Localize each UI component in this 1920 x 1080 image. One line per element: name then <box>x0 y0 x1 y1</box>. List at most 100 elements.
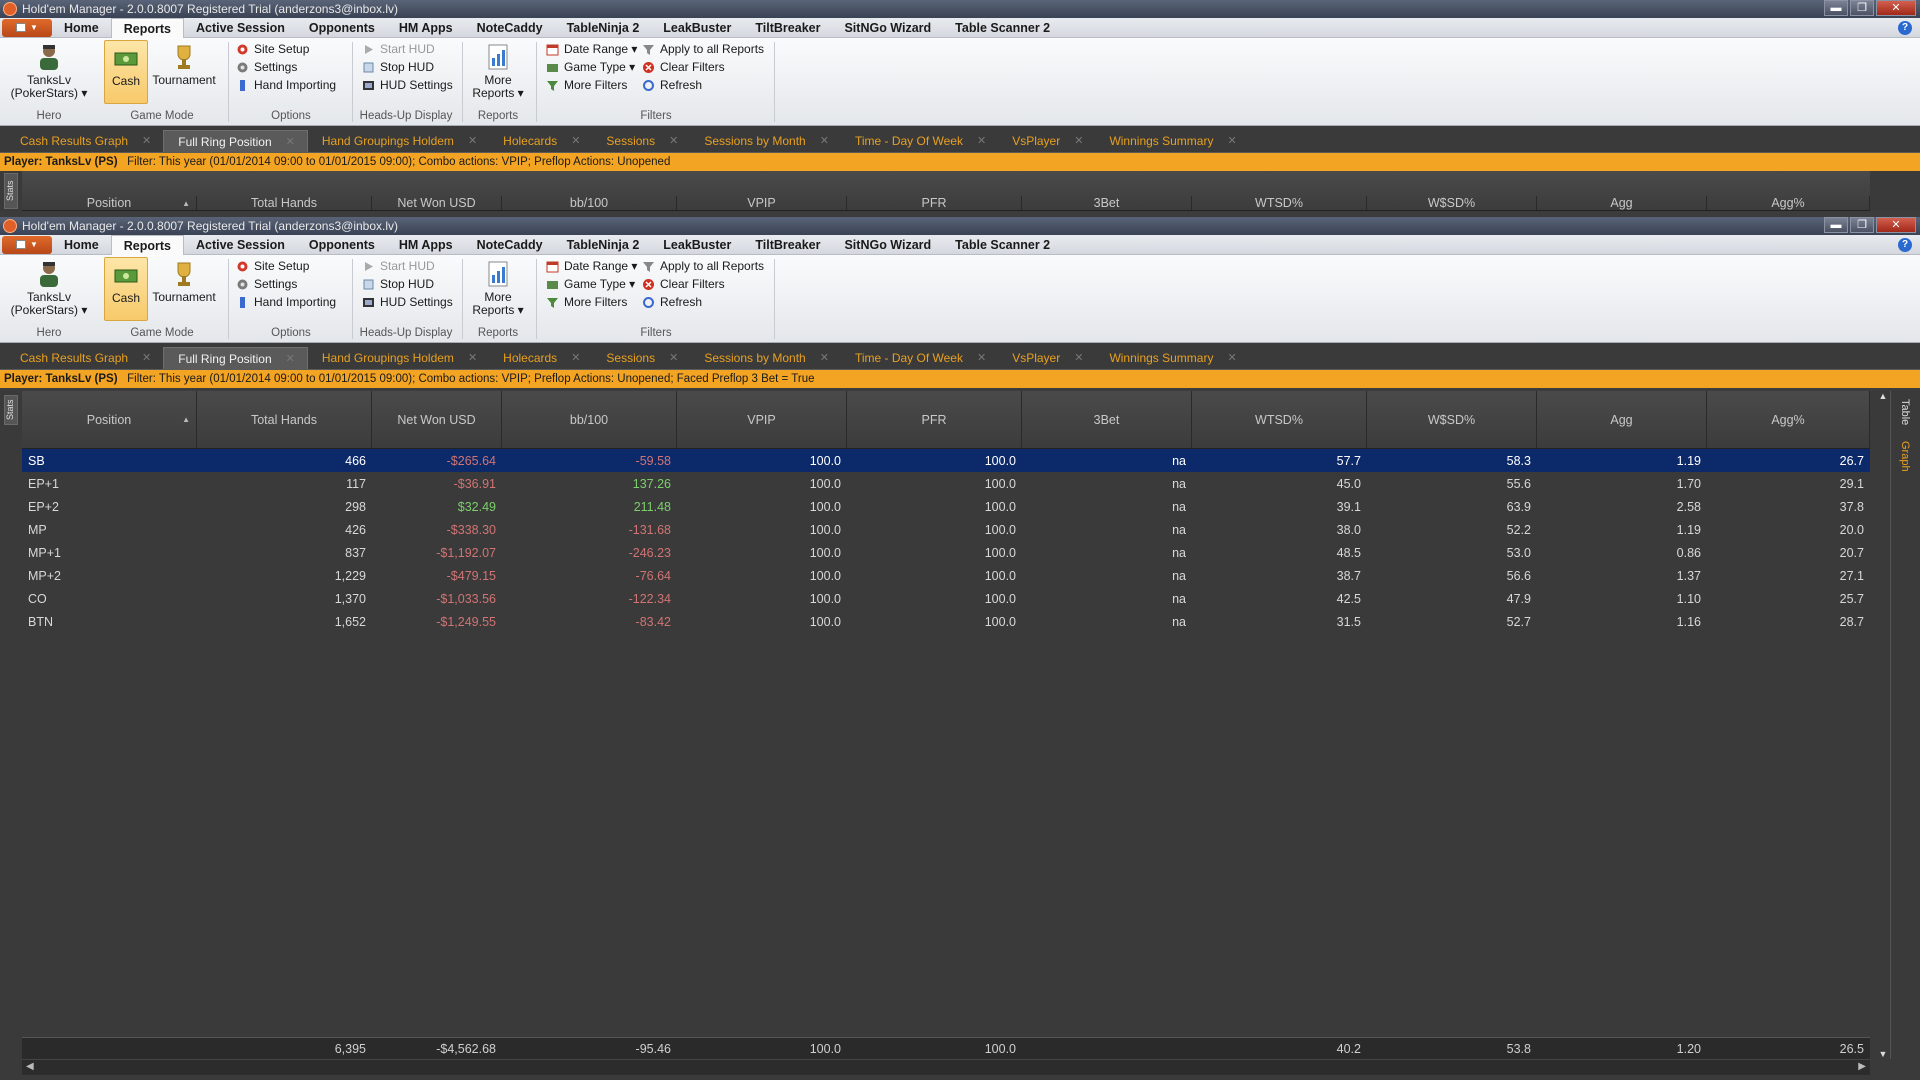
close-tab-icon[interactable]: ✕ <box>468 130 477 152</box>
more-reports-button[interactable]: More Reports ▾ <box>470 257 526 321</box>
report-tab[interactable]: Sessions by Month ✕ <box>690 347 841 369</box>
more-reports-button[interactable]: More Reports ▾ <box>470 40 526 104</box>
close-tab-icon[interactable]: ✕ <box>820 347 829 369</box>
report-tab[interactable]: Cash Results Graph ✕ <box>6 130 163 152</box>
game-type-button[interactable]: Game Type ▾ <box>546 58 635 76</box>
help-icon[interactable]: ? <box>1898 238 1912 252</box>
side-tab-graph[interactable]: Graph <box>1891 433 1919 480</box>
menu-opponents[interactable]: Opponents <box>297 18 387 38</box>
col-wsd-header[interactable]: W$SD% <box>1367 196 1537 210</box>
col-agg-header[interactable]: Agg <box>1537 391 1707 448</box>
scroll-right-icon[interactable]: ▶ <box>1858 1061 1866 1072</box>
date-range-button[interactable]: Date Range ▾ <box>546 40 637 58</box>
col-agg-pct-header[interactable]: Agg% <box>1707 196 1870 210</box>
col-position-header[interactable]: Position ▲ <box>22 391 197 448</box>
close-button[interactable]: ✕ <box>1876 217 1916 233</box>
stats-tab[interactable]: Stats <box>4 395 18 425</box>
menu-notecaddy[interactable]: NoteCaddy <box>465 235 555 255</box>
settings-button[interactable]: Settings <box>236 275 297 293</box>
menu-tiltbreaker[interactable]: TiltBreaker <box>743 235 832 255</box>
start-hud-button[interactable]: Start HUD <box>362 257 435 275</box>
menu-active-session[interactable]: Active Session <box>184 18 297 38</box>
report-tab[interactable]: Full Ring Position ✕ <box>163 347 308 369</box>
close-tab-icon[interactable]: ✕ <box>977 347 986 369</box>
col-total-hands-header[interactable]: Total Hands <box>197 391 372 448</box>
help-icon[interactable]: ? <box>1898 21 1912 35</box>
hud-settings-button[interactable]: HUD Settings <box>362 293 453 311</box>
report-tab[interactable]: VsPlayer ✕ <box>998 130 1095 152</box>
close-tab-icon[interactable]: ✕ <box>1074 130 1083 152</box>
menu-tiltbreaker[interactable]: TiltBreaker <box>743 18 832 38</box>
site-setup-button[interactable]: Site Setup <box>236 40 309 58</box>
scroll-up-icon[interactable]: ▲ <box>1876 391 1890 401</box>
menu-home[interactable]: Home <box>52 18 111 38</box>
game-type-button[interactable]: Game Type ▾ <box>546 275 635 293</box>
menu-notecaddy[interactable]: NoteCaddy <box>465 18 555 38</box>
col-bb100-header[interactable]: bb/100 <box>502 391 677 448</box>
table-row[interactable]: MP 426 -$338.30 -131.68 100.0 100.0 na 38.0 52.2… <box>22 518 1870 541</box>
table-row[interactable]: EP+1 117 -$36.91 137.26 100.0 100.0 na 45.0 55.6… <box>22 472 1870 495</box>
menu-tableninja[interactable]: TableNinja 2 <box>555 18 652 38</box>
hand-importing-button[interactable]: Hand Importing <box>236 76 336 94</box>
menu-reports[interactable]: Reports <box>110 234 184 256</box>
refresh-button[interactable]: Refresh <box>642 293 702 311</box>
scroll-down-icon[interactable]: ▼ <box>1876 1049 1890 1059</box>
table-row[interactable]: BTN 1,652 -$1,249.55 -83.42 100.0 100.0 na 31.5… <box>22 610 1870 633</box>
table-row[interactable]: MP+2 1,229 -$479.15 -76.64 100.0 100.0 na 38.7 5… <box>22 564 1870 587</box>
col-wsd-header[interactable]: W$SD% <box>1367 391 1537 448</box>
col-3bet-header[interactable]: 3Bet <box>1022 391 1192 448</box>
close-tab-icon[interactable]: ✕ <box>286 131 295 153</box>
close-button[interactable]: ✕ <box>1876 0 1916 16</box>
menu-table-scanner[interactable]: Table Scanner 2 <box>943 18 1062 38</box>
stop-hud-button[interactable]: Stop HUD <box>362 58 434 76</box>
col-vpip-header[interactable]: VPIP <box>677 196 847 210</box>
close-tab-icon[interactable]: ✕ <box>1227 347 1236 369</box>
report-tab[interactable]: Time - Day Of Week ✕ <box>841 130 998 152</box>
stats-tab[interactable]: Stats <box>4 173 18 209</box>
close-tab-icon[interactable]: ✕ <box>820 130 829 152</box>
settings-button[interactable]: Settings <box>236 58 297 76</box>
close-tab-icon[interactable]: ✕ <box>669 130 678 152</box>
hero-button[interactable]: TanksLv (PokerStars) ▾ <box>6 257 92 321</box>
report-tab[interactable]: Full Ring Position ✕ <box>163 130 308 152</box>
horizontal-scrollbar[interactable]: ◀ ▶ <box>22 1059 1870 1075</box>
table-row[interactable]: SB 466 -$265.64 -59.58 100.0 100.0 na 57.7 58.3 1… <box>22 449 1870 472</box>
col-net-won-header[interactable]: Net Won USD <box>372 391 502 448</box>
report-tab[interactable]: Sessions ✕ <box>592 347 690 369</box>
menu-leakbuster[interactable]: LeakBuster <box>651 18 743 38</box>
report-tab[interactable]: Sessions by Month ✕ <box>690 130 841 152</box>
clear-filters-button[interactable]: Clear Filters <box>642 275 725 293</box>
menu-hm-apps[interactable]: HM Apps <box>387 235 465 255</box>
refresh-button[interactable]: Refresh <box>642 76 702 94</box>
menu-tableninja[interactable]: TableNinja 2 <box>555 235 652 255</box>
menu-hm-apps[interactable]: HM Apps <box>387 18 465 38</box>
menu-reports[interactable]: Reports <box>110 17 184 39</box>
clear-filters-button[interactable]: Clear Filters <box>642 58 725 76</box>
app-menu-button[interactable]: ▼ <box>2 18 52 37</box>
col-3bet-header[interactable]: 3Bet <box>1022 196 1192 210</box>
tournament-button[interactable]: Tournament <box>150 257 218 321</box>
col-net-won-header[interactable]: Net Won USD <box>372 196 502 210</box>
restore-button[interactable]: ❐ <box>1850 217 1874 233</box>
hero-button[interactable]: TanksLv (PokerStars) ▾ <box>6 40 92 104</box>
close-tab-icon[interactable]: ✕ <box>977 130 986 152</box>
report-tab[interactable]: Cash Results Graph ✕ <box>6 347 163 369</box>
close-tab-icon[interactable]: ✕ <box>571 347 580 369</box>
restore-button[interactable]: ❐ <box>1850 0 1874 16</box>
scroll-left-icon[interactable]: ◀ <box>26 1061 34 1072</box>
col-pfr-header[interactable]: PFR <box>847 196 1022 210</box>
report-tab[interactable]: Time - Day Of Week ✕ <box>841 347 998 369</box>
title-bar[interactable]: Hold'em Manager - 2.0.0.8007 Registered … <box>0 0 1920 18</box>
stop-hud-button[interactable]: Stop HUD <box>362 275 434 293</box>
close-tab-icon[interactable]: ✕ <box>142 130 151 152</box>
report-tab[interactable]: Hand Groupings Holdem ✕ <box>308 130 489 152</box>
report-tab[interactable]: Holecards ✕ <box>489 347 592 369</box>
hand-importing-button[interactable]: Hand Importing <box>236 293 336 311</box>
date-range-button[interactable]: Date Range ▾ <box>546 257 637 275</box>
table-row[interactable]: CO 1,370 -$1,033.56 -122.34 100.0 100.0 na 42.5… <box>22 587 1870 610</box>
close-tab-icon[interactable]: ✕ <box>1074 347 1083 369</box>
site-setup-button[interactable]: Site Setup <box>236 257 309 275</box>
menu-opponents[interactable]: Opponents <box>297 235 387 255</box>
title-bar[interactable]: Hold'em Manager - 2.0.0.8007 Registered … <box>0 217 1920 235</box>
report-tab[interactable]: VsPlayer ✕ <box>998 347 1095 369</box>
